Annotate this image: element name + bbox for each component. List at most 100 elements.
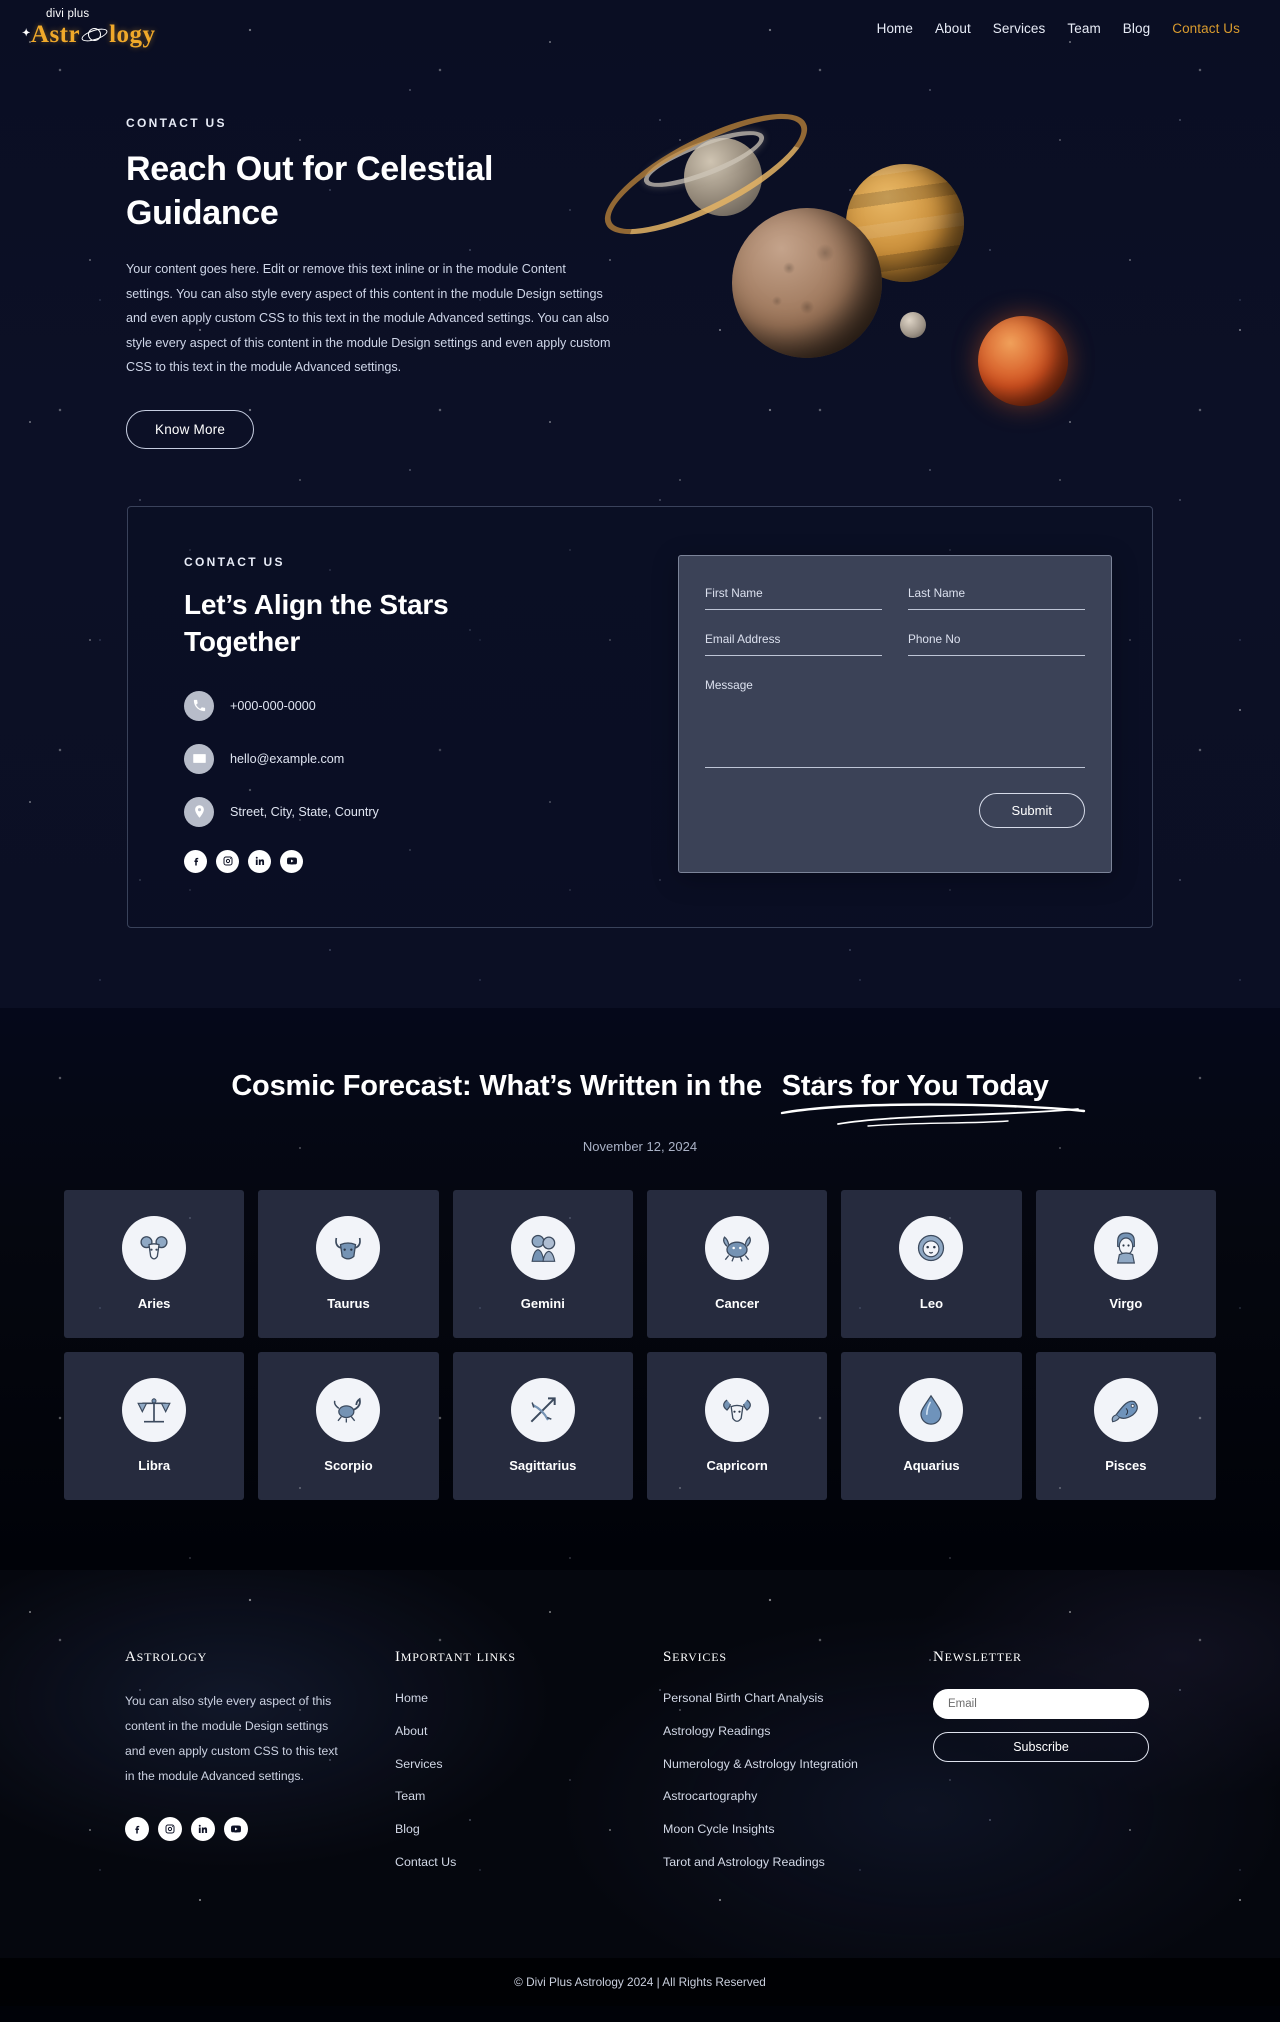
instagram-icon[interactable] (158, 1816, 182, 1841)
facebook-icon[interactable] (125, 1816, 149, 1841)
contact-phone-row[interactable]: +000-000-0000 (184, 690, 654, 721)
youtube-icon[interactable] (224, 1816, 248, 1841)
submit-button[interactable]: Submit (978, 793, 1085, 828)
nav-item-services[interactable]: Services (993, 21, 1046, 36)
last-name-input[interactable] (908, 586, 1085, 610)
page-root: divi plus ✦ Astr logy Home About Service… (0, 0, 1280, 2006)
zodiac-card-virgo[interactable]: Virgo (1035, 1189, 1216, 1338)
footer-link-home[interactable]: Home (395, 1691, 428, 1705)
footer-newsletter-heading: Newsletter (933, 1641, 1022, 1666)
footer-social-links (125, 1816, 395, 1841)
twins-icon (510, 1216, 575, 1281)
nav-item-blog[interactable]: Blog (1123, 21, 1150, 36)
footer-service-astrocartography[interactable]: Astrocartography (663, 1789, 757, 1803)
list-item: Astrology Readings (663, 1722, 933, 1742)
list-item: About (395, 1722, 663, 1742)
footer-link-about[interactable]: About (395, 1724, 427, 1738)
zodiac-name: Aries (137, 1296, 171, 1312)
site-logo[interactable]: divi plus ✦ Astr logy (22, 9, 156, 47)
zodiac-card-libra[interactable]: Libra (64, 1351, 245, 1500)
footer-services-column: Services Personal Birth Chart Analysis A… (663, 1642, 933, 1886)
zodiac-card-taurus[interactable]: Taurus (258, 1189, 439, 1338)
site-footer: Astrology You can also style every aspec… (0, 1569, 1280, 2006)
nav-item-about[interactable]: About (935, 21, 971, 36)
goat-icon (705, 1378, 770, 1443)
zodiac-card-aries[interactable]: Aries (64, 1189, 245, 1338)
forecast-heading-highlight-text: Stars for You Today (781, 1069, 1049, 1102)
zodiac-name: Cancer (715, 1296, 760, 1312)
zodiac-card-sagittarius[interactable]: Sagittarius (452, 1351, 633, 1500)
hero-section: divi plus ✦ Astr logy Home About Service… (0, 0, 1280, 1008)
nav-item-home[interactable]: Home (877, 21, 913, 36)
contact-address-row[interactable]: Street, City, State, Country (184, 796, 654, 827)
zodiac-name: Leo (919, 1296, 944, 1312)
hero-planets-illustration (589, 91, 1280, 476)
footer-service-astrology-readings[interactable]: Astrology Readings (663, 1724, 770, 1738)
sparkle-icon: ✦ (22, 28, 31, 40)
large-planet (732, 208, 882, 358)
lion-icon (899, 1216, 964, 1281)
linkedin-icon[interactable] (191, 1816, 215, 1841)
footer-about-text: You can also style every aspect of this … (125, 1693, 338, 1783)
hero-eyebrow: CONTACT US (126, 116, 227, 130)
facebook-icon[interactable] (184, 849, 207, 873)
email-field (705, 630, 882, 656)
form-row-names (705, 584, 1085, 630)
zodiac-card-capricorn[interactable]: Capricorn (646, 1351, 828, 1500)
logo-text-left: Astr (30, 20, 81, 48)
zodiac-name: Taurus (327, 1296, 370, 1312)
site-navbar: divi plus ✦ Astr logy Home About Service… (0, 0, 1280, 56)
planet-icon (80, 25, 109, 44)
footer-service-moon-cycle[interactable]: Moon Cycle Insights (663, 1822, 775, 1836)
zodiac-card-cancer[interactable]: Cancer (646, 1189, 828, 1338)
envelope-icon (184, 743, 214, 774)
email-input[interactable] (705, 632, 882, 656)
message-textarea[interactable] (705, 676, 1085, 768)
zodiac-card-pisces[interactable]: Pisces (1035, 1351, 1216, 1500)
phone-input[interactable] (908, 632, 1085, 656)
youtube-icon[interactable] (280, 849, 303, 873)
subscribe-button[interactable]: Subscribe (933, 1731, 1149, 1762)
newsletter-email-input[interactable] (933, 1688, 1149, 1719)
small-moon (900, 312, 926, 338)
first-name-input[interactable] (705, 586, 882, 610)
contact-social-links (184, 849, 654, 873)
zodiac-card-gemini[interactable]: Gemini (452, 1189, 633, 1338)
footer-link-blog[interactable]: Blog (395, 1822, 420, 1836)
forecast-section: Cosmic Forecast: What’s Written in the S… (0, 1007, 1280, 1570)
know-more-button[interactable]: Know More (126, 409, 255, 449)
footer-service-numerology[interactable]: Numerology & Astrology Integration (663, 1757, 858, 1771)
zodiac-card-scorpio[interactable]: Scorpio (258, 1351, 439, 1500)
last-name-field (908, 584, 1085, 610)
instagram-icon[interactable] (216, 849, 239, 873)
forecast-heading: Cosmic Forecast: What’s Written in the S… (0, 1069, 1280, 1127)
copyright-bar: © Divi Plus Astrology 2024 | All Rights … (0, 1957, 1280, 2006)
logo-tagline: divi plus (46, 8, 90, 21)
footer-service-tarot[interactable]: Tarot and Astrology Readings (663, 1855, 825, 1869)
forecast-heading-plain: Cosmic Forecast: What’s Written in the (231, 1069, 762, 1102)
footer-newsletter-column: Newsletter Subscribe (933, 1642, 1155, 1886)
first-name-field (705, 584, 882, 610)
linkedin-icon[interactable] (248, 849, 271, 873)
zodiac-card-leo[interactable]: Leo (841, 1189, 1022, 1338)
contact-card: CONTACT US Let’s Align the Stars Togethe… (127, 506, 1153, 928)
contact-email-row[interactable]: hello@example.com (184, 743, 654, 774)
hero-content: CONTACT US Reach Out for Celestial Guida… (0, 56, 1280, 476)
contact-eyebrow: CONTACT US (184, 555, 285, 569)
list-item: Numerology & Astrology Integration (663, 1755, 933, 1775)
footer-about-column: Astrology You can also style every aspec… (125, 1642, 395, 1886)
footer-link-services[interactable]: Services (395, 1757, 443, 1771)
zodiac-card-aquarius[interactable]: Aquarius (841, 1351, 1022, 1500)
message-field (705, 676, 1085, 773)
nav-item-contact-us[interactable]: Contact Us (1172, 21, 1240, 36)
footer-link-contact-us[interactable]: Contact Us (395, 1855, 456, 1869)
footer-link-team[interactable]: Team (395, 1789, 425, 1803)
fish-icon (1093, 1378, 1158, 1443)
red-moon (978, 316, 1068, 406)
footer-service-birth-chart[interactable]: Personal Birth Chart Analysis (663, 1691, 823, 1705)
phone-icon (184, 690, 214, 721)
zodiac-name: Pisces (1105, 1458, 1147, 1474)
nav-item-team[interactable]: Team (1067, 21, 1100, 36)
footer-links-heading: Important Links (395, 1641, 516, 1666)
logo-text-right: logy (109, 20, 156, 48)
